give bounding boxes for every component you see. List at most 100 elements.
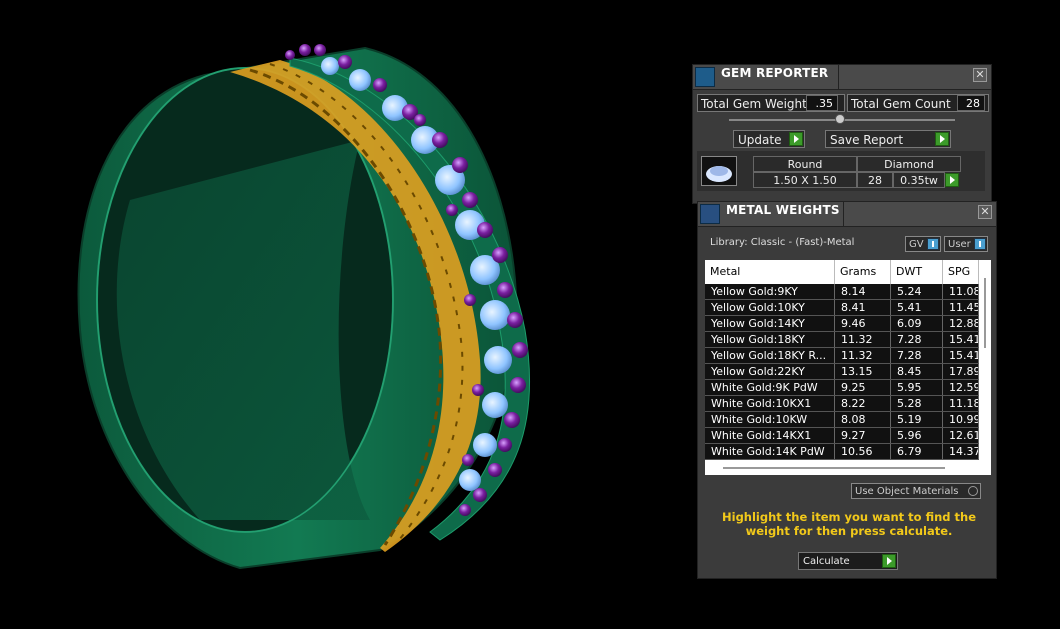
cell-dwt: 5.19 <box>891 412 943 427</box>
gem-weight-cell[interactable]: 0.35tw <box>893 172 945 188</box>
column-header-grams[interactable]: Grams <box>835 260 891 284</box>
play-icon <box>882 554 896 568</box>
gem-list: Round Diamond 1.50 X 1.50 28 0.35tw <box>697 151 985 191</box>
total-gem-weight-value[interactable]: .35 <box>806 95 838 111</box>
table-row[interactable]: Yellow Gold:22KY 13.15 8.45 17.89 <box>705 364 979 380</box>
play-icon <box>950 176 955 184</box>
cell-spg: 12.59 <box>943 380 979 395</box>
gem-shape-cell[interactable]: Round <box>753 156 857 172</box>
cell-metal: White Gold:14K PdW <box>705 444 835 459</box>
table-row[interactable]: White Gold:10KX1 8.22 5.28 11.18 <box>705 396 979 412</box>
vertical-scrollbar[interactable] <box>981 272 989 462</box>
weight-slider-handle[interactable] <box>835 114 845 124</box>
calculate-button[interactable]: Calculate <box>798 552 898 570</box>
cell-grams: 9.27 <box>835 428 891 443</box>
cell-grams: 8.41 <box>835 300 891 315</box>
column-header-metal[interactable]: Metal <box>705 260 835 284</box>
cell-dwt: 6.09 <box>891 316 943 331</box>
cell-grams: 8.08 <box>835 412 891 427</box>
cell-metal: White Gold:10KW <box>705 412 835 427</box>
cell-grams: 11.32 <box>835 332 891 347</box>
cell-metal: Yellow Gold:9KY <box>705 284 835 299</box>
cell-spg: 15.41 <box>943 332 979 347</box>
table-row[interactable]: White Gold:14KX1 9.27 5.96 12.61 <box>705 428 979 444</box>
cell-dwt: 5.96 <box>891 428 943 443</box>
cell-grams: 9.46 <box>835 316 891 331</box>
metal-rows: Yellow Gold:9KY 8.14 5.24 11.08 Yellow Gold:… <box>705 284 979 460</box>
play-icon <box>935 132 949 146</box>
cell-grams: 8.22 <box>835 396 891 411</box>
cell-metal: Yellow Gold:22KY <box>705 364 835 379</box>
metal-weights-title: METAL WEIGHTS <box>726 203 840 217</box>
gem-reporter-title: GEM REPORTER <box>721 66 829 80</box>
dropdown-icon <box>974 238 986 250</box>
cell-metal: White Gold:9K PdW <box>705 380 835 395</box>
save-report-button-label: Save Report <box>830 133 904 147</box>
vertical-scrollbar-thumb[interactable] <box>984 278 986 348</box>
dropdown-icon <box>927 238 939 250</box>
cell-spg: 11.08 <box>943 284 979 299</box>
table-row[interactable]: Yellow Gold:10KY 8.41 5.41 11.45 <box>705 300 979 316</box>
table-row[interactable]: Yellow Gold:9KY 8.14 5.24 11.08 <box>705 284 979 300</box>
table-row[interactable]: Yellow Gold:14KY 9.46 6.09 12.88 <box>705 316 979 332</box>
cell-metal: Yellow Gold:18KY R... <box>705 348 835 363</box>
cell-spg: 11.45 <box>943 300 979 315</box>
cell-dwt: 5.41 <box>891 300 943 315</box>
table-row[interactable]: Yellow Gold:18KY 11.32 7.28 15.41 <box>705 332 979 348</box>
cell-spg: 12.88 <box>943 316 979 331</box>
round-diamond-icon <box>706 166 732 182</box>
cell-dwt: 5.95 <box>891 380 943 395</box>
play-icon <box>789 132 803 146</box>
cell-grams: 8.14 <box>835 284 891 299</box>
table-row[interactable]: White Gold:10KW 8.08 5.19 10.99 <box>705 412 979 428</box>
cell-spg: 10.99 <box>943 412 979 427</box>
close-icon[interactable]: ✕ <box>973 68 987 82</box>
cell-grams: 11.32 <box>835 348 891 363</box>
gem-thumbnail[interactable] <box>701 156 737 186</box>
cell-spg: 12.61 <box>943 428 979 443</box>
gv-label: GV <box>909 239 924 250</box>
metal-weights-titlebar[interactable]: METAL WEIGHTS ✕ <box>698 202 996 227</box>
gem-count-cell[interactable]: 28 <box>857 172 893 188</box>
cell-dwt: 6.79 <box>891 444 943 459</box>
instruction-text: Highlight the item you want to find the … <box>722 510 976 538</box>
column-header-dwt[interactable]: DWT <box>891 260 943 284</box>
horizontal-scrollbar-thumb[interactable] <box>723 467 945 469</box>
gem-row-go[interactable] <box>945 173 959 187</box>
user-dropdown[interactable]: User <box>944 236 988 252</box>
gem-reporter-titlebar[interactable]: GEM REPORTER ✕ <box>693 65 991 90</box>
cell-grams: 13.15 <box>835 364 891 379</box>
table-row[interactable]: Yellow Gold:18KY R... 11.32 7.28 15.41 <box>705 348 979 364</box>
cell-metal: White Gold:10KX1 <box>705 396 835 411</box>
metal-table: Metal Grams DWT SPG Yellow Gold:9KY 8.14 5… <box>705 260 991 475</box>
gem-size-cell[interactable]: 1.50 X 1.50 <box>753 172 857 188</box>
cell-dwt: 7.28 <box>891 332 943 347</box>
dropdown-icon <box>968 486 978 496</box>
horizontal-scrollbar[interactable] <box>705 462 991 475</box>
user-label: User <box>948 239 971 250</box>
cell-grams: 9.25 <box>835 380 891 395</box>
use-object-materials-dropdown[interactable]: Use Object Materials <box>851 483 981 499</box>
use-object-materials-label: Use Object Materials <box>855 486 959 497</box>
table-row[interactable]: White Gold:14K PdW 10.56 6.79 14.37 <box>705 444 979 460</box>
cell-dwt: 5.28 <box>891 396 943 411</box>
gem-material-cell[interactable]: Diamond <box>857 156 961 172</box>
close-icon[interactable]: ✕ <box>978 205 992 219</box>
cell-grams: 10.56 <box>835 444 891 459</box>
metal-weights-panel: METAL WEIGHTS ✕ Library: Classic - (Fast… <box>697 201 997 579</box>
save-report-button[interactable]: Save Report <box>825 130 951 148</box>
cell-metal: Yellow Gold:10KY <box>705 300 835 315</box>
column-header-spg[interactable]: SPG <box>943 260 979 284</box>
cell-spg: 15.41 <box>943 348 979 363</box>
cell-spg: 14.37 <box>943 444 979 459</box>
cell-metal: Yellow Gold:14KY <box>705 316 835 331</box>
total-gem-count-value[interactable]: 28 <box>957 95 985 111</box>
cell-dwt: 7.28 <box>891 348 943 363</box>
update-button[interactable]: Update <box>733 130 805 148</box>
table-row[interactable]: White Gold:9K PdW 9.25 5.95 12.59 <box>705 380 979 396</box>
gv-dropdown[interactable]: GV <box>905 236 941 252</box>
cell-dwt: 5.24 <box>891 284 943 299</box>
cell-spg: 17.89 <box>943 364 979 379</box>
calculate-button-label: Calculate <box>803 556 850 567</box>
library-label: Library: Classic - (Fast)-Metal <box>710 237 855 248</box>
